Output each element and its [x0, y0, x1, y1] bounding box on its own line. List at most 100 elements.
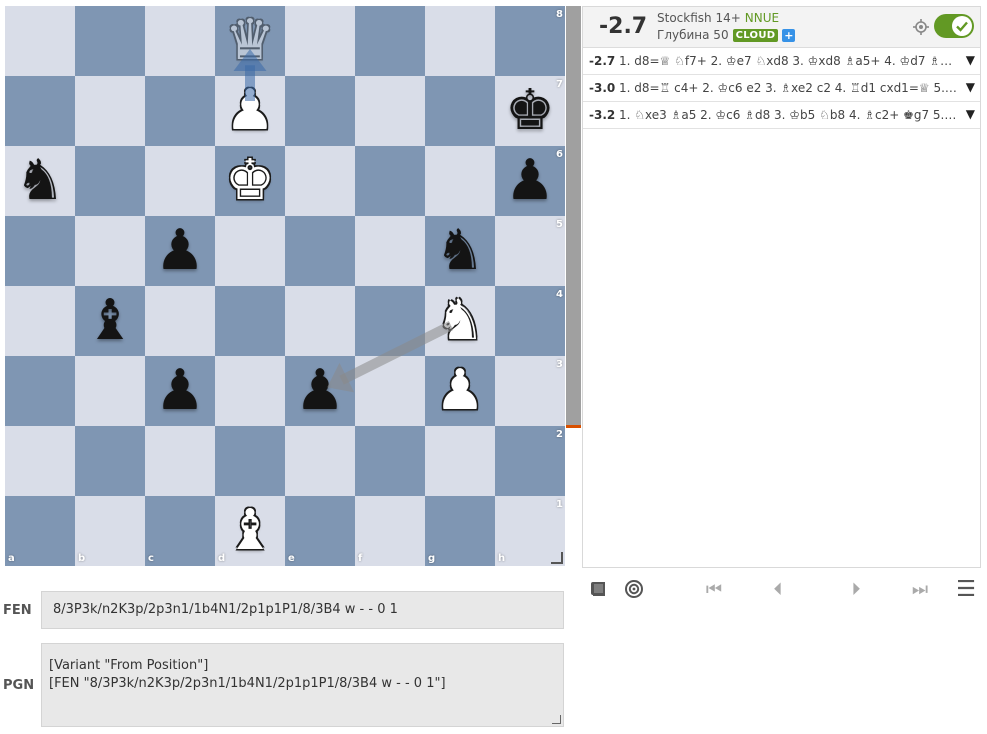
file-label: f	[358, 553, 363, 564]
pv-moves[interactable]: 1. ♘xe3 ♗a5 2. ♔c6 ♗d8 3. ♔b5 ♘b8 4. ♗c2…	[619, 108, 957, 122]
square-g6[interactable]	[425, 146, 495, 216]
square-b7[interactable]	[75, 76, 145, 146]
square-h5[interactable]	[495, 216, 565, 286]
square-f2[interactable]	[355, 426, 425, 496]
square-a4[interactable]	[5, 286, 75, 356]
square-d2[interactable]	[215, 426, 285, 496]
pv-moves[interactable]: 1. d8=♖ c4+ 2. ♔c6 e2 3. ♗xe2 c2 4. ♖d1 …	[619, 81, 957, 95]
square-a3[interactable]	[5, 356, 75, 426]
square-c1[interactable]	[145, 496, 215, 566]
square-a2[interactable]	[5, 426, 75, 496]
square-a5[interactable]	[5, 216, 75, 286]
crosshair-icon[interactable]	[913, 19, 929, 35]
caret-down-icon[interactable]: ▼	[966, 107, 975, 121]
square-b2[interactable]	[75, 426, 145, 496]
square-b1[interactable]	[75, 496, 145, 566]
eval-gauge-marker	[566, 425, 581, 428]
rank-label: 1	[556, 499, 563, 510]
square-f7[interactable]	[355, 76, 425, 146]
square-e4[interactable]	[285, 286, 355, 356]
square-f8[interactable]	[355, 6, 425, 76]
add-engine-button[interactable]: +	[782, 28, 796, 42]
black-bishop-b4[interactable]: ♝	[75, 286, 145, 356]
caret-down-icon[interactable]: ▼	[966, 80, 975, 94]
eval-score: -2.7	[599, 14, 648, 39]
black-knight-a6[interactable]: ♞	[5, 146, 75, 216]
pv-line-3[interactable]: -3.2 1. ♘xe3 ♗a5 2. ♔c6 ♗d8 3. ♔b5 ♘b8 4…	[583, 102, 980, 129]
square-c8[interactable]	[145, 6, 215, 76]
square-g7[interactable]	[425, 76, 495, 146]
white-knight-g4[interactable]: ♞	[425, 286, 495, 356]
square-h8[interactable]	[495, 6, 565, 76]
black-pawn-c5[interactable]: ♟	[145, 216, 215, 286]
square-g1[interactable]	[425, 496, 495, 566]
pv-eval: -3.0	[589, 81, 616, 95]
square-e8[interactable]	[285, 6, 355, 76]
square-c7[interactable]	[145, 76, 215, 146]
pv-moves[interactable]: 1. d8=♕ ♘f7+ 2. ♔e7 ♘xd8 3. ♔xd8 ♗a5+ 4.…	[619, 54, 957, 68]
last-move-button[interactable]: ⏭	[908, 574, 932, 604]
pgn-resize-handle[interactable]	[552, 715, 561, 724]
rank-label: 4	[556, 289, 563, 300]
square-f5[interactable]	[355, 216, 425, 286]
square-f6[interactable]	[355, 146, 425, 216]
square-f1[interactable]	[355, 496, 425, 566]
menu-icon[interactable]: ☰	[954, 574, 978, 604]
prev-move-button[interactable]: ⏴	[766, 574, 790, 604]
caret-down-icon[interactable]: ▼	[966, 53, 975, 67]
square-b5[interactable]	[75, 216, 145, 286]
white-king-d6[interactable]: ♚	[215, 146, 285, 216]
square-f3[interactable]	[355, 356, 425, 426]
square-a7[interactable]	[5, 76, 75, 146]
square-b6[interactable]	[75, 146, 145, 216]
square-e6[interactable]	[285, 146, 355, 216]
square-b3[interactable]	[75, 356, 145, 426]
square-h4[interactable]	[495, 286, 565, 356]
square-b8[interactable]	[75, 6, 145, 76]
white-queen-d8[interactable]: ♛	[215, 6, 285, 76]
square-d4[interactable]	[215, 286, 285, 356]
pv-line-2[interactable]: -3.0 1. d8=♖ c4+ 2. ♔c6 e2 3. ♗xe2 c2 4.…	[583, 75, 980, 102]
white-pawn-d7[interactable]: ♟	[215, 76, 285, 146]
square-f4[interactable]	[355, 286, 425, 356]
square-c4[interactable]	[145, 286, 215, 356]
fen-input[interactable]: 8/3P3k/n2K3p/2p3n1/1b4N1/2p1p1P1/8/3B4 w…	[41, 591, 564, 629]
square-a1[interactable]	[5, 496, 75, 566]
square-e7[interactable]	[285, 76, 355, 146]
white-bishop-d1[interactable]: ♝	[215, 496, 285, 566]
first-move-button[interactable]: ⏮	[702, 574, 726, 604]
square-c6[interactable]	[145, 146, 215, 216]
square-h3[interactable]	[495, 356, 565, 426]
checkmark-icon	[956, 21, 968, 32]
square-g8[interactable]	[425, 6, 495, 76]
engine-depth: Глубина 50 CLOUD +	[657, 28, 796, 42]
square-d5[interactable]	[215, 216, 285, 286]
black-pawn-h6[interactable]: ♟	[495, 146, 565, 216]
chess-board[interactable]: 8 7 6 5 4 3 2 1 a b c d e f g h ♛ ♟ ♚ ♞ ♚ ♟ ♟ ♞ ♝ ♞ ♟ ♟ ♟ ♝	[5, 6, 565, 566]
pgn-textarea[interactable]: [Variant "From Position"] [FEN "8/3P3k/n…	[41, 643, 564, 727]
rank-label: 2	[556, 429, 563, 440]
square-a8[interactable]	[5, 6, 75, 76]
square-g2[interactable]	[425, 426, 495, 496]
file-label: h	[498, 553, 506, 564]
file-label: a	[8, 553, 15, 564]
next-move-button[interactable]: ⏵	[844, 574, 868, 604]
square-d3[interactable]	[215, 356, 285, 426]
square-e5[interactable]	[285, 216, 355, 286]
square-e1[interactable]	[285, 496, 355, 566]
board-resize-handle[interactable]	[551, 552, 563, 564]
black-knight-g5[interactable]: ♞	[425, 216, 495, 286]
pgn-line-1: [Variant "From Position"]	[49, 658, 209, 673]
practice-target-icon[interactable]	[622, 574, 646, 604]
pv-line-1[interactable]: -2.7 1. d8=♕ ♘f7+ 2. ♔e7 ♘xd8 3. ♔xd8 ♗a…	[583, 48, 980, 75]
black-king-h7[interactable]: ♚	[495, 76, 565, 146]
engine-toggle[interactable]	[934, 14, 974, 38]
square-h2[interactable]	[495, 426, 565, 496]
white-pawn-g3[interactable]: ♟	[425, 356, 495, 426]
square-e2[interactable]	[285, 426, 355, 496]
square-c2[interactable]	[145, 426, 215, 496]
black-pawn-e3[interactable]: ♟	[285, 356, 355, 426]
black-pawn-c3[interactable]: ♟	[145, 356, 215, 426]
depth-label: Глубина 50	[657, 28, 729, 42]
book-icon[interactable]	[588, 574, 610, 604]
